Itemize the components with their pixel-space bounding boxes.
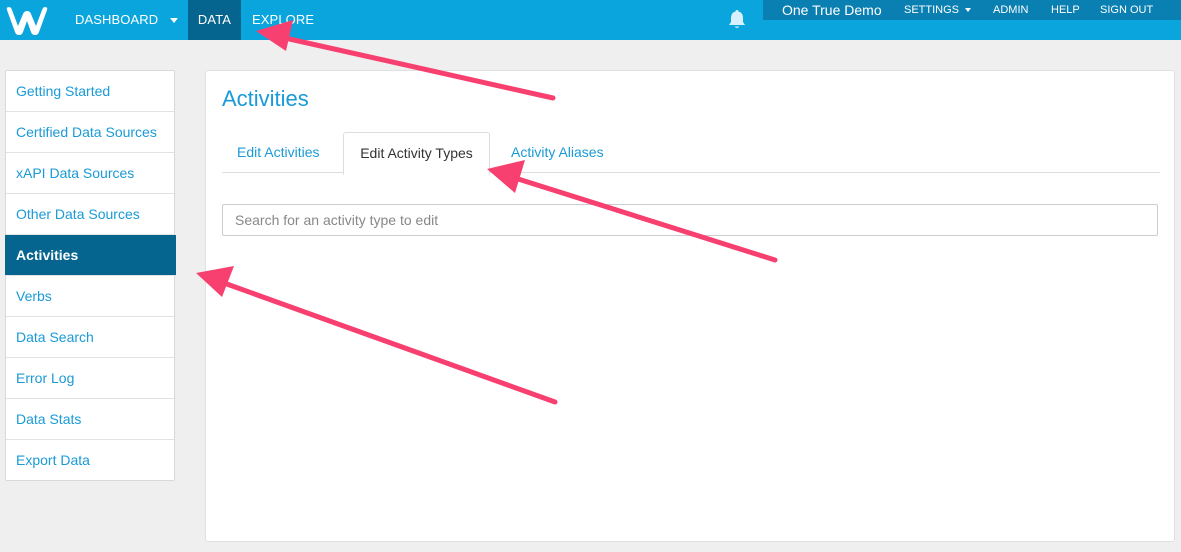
nav-data[interactable]: DATA: [188, 0, 241, 40]
main-panel: Activities Edit Activities Edit Activity…: [205, 70, 1175, 542]
nav-explore[interactable]: EXPLORE: [252, 0, 314, 40]
sidebar-item-other-data-sources[interactable]: Other Data Sources: [6, 194, 174, 235]
sidebar-item-error-log[interactable]: Error Log: [6, 358, 174, 399]
sign-out-link[interactable]: SIGN OUT: [1100, 1, 1153, 19]
sidebar-item-getting-started[interactable]: Getting Started: [6, 71, 174, 112]
admin-link[interactable]: ADMIN: [993, 1, 1028, 19]
sidebar-item-verbs[interactable]: Verbs: [6, 276, 174, 317]
chevron-down-icon[interactable]: [965, 8, 971, 12]
sidebar-item-data-stats[interactable]: Data Stats: [6, 399, 174, 440]
sidebar: Getting Started Certified Data Sources x…: [5, 70, 176, 481]
help-link[interactable]: HELP: [1051, 1, 1080, 19]
page-title: Activities: [222, 86, 309, 111]
account-name[interactable]: One True Demo: [782, 1, 882, 19]
sidebar-item-export-data[interactable]: Export Data: [6, 440, 174, 480]
chevron-down-icon[interactable]: [170, 18, 178, 23]
tab-activity-aliases[interactable]: Activity Aliases: [511, 132, 604, 172]
nav-dashboard[interactable]: DASHBOARD: [75, 0, 158, 40]
search-input[interactable]: [222, 204, 1158, 236]
sidebar-item-data-search[interactable]: Data Search: [6, 317, 174, 358]
sidebar-item-xapi-data-sources[interactable]: xAPI Data Sources: [6, 153, 174, 194]
tab-edit-activities[interactable]: Edit Activities: [237, 132, 319, 172]
settings-menu[interactable]: SETTINGS: [904, 1, 959, 19]
tab-edit-activity-types[interactable]: Edit Activity Types: [343, 132, 490, 175]
top-nav-bar: DASHBOARD DATA EXPLORE One True Demo SET…: [0, 0, 1181, 40]
bell-icon[interactable]: [727, 8, 747, 30]
w-logo-icon[interactable]: [4, 4, 50, 36]
sidebar-item-certified-data-sources[interactable]: Certified Data Sources: [6, 112, 174, 153]
sidebar-item-activities[interactable]: Activities: [5, 235, 176, 276]
